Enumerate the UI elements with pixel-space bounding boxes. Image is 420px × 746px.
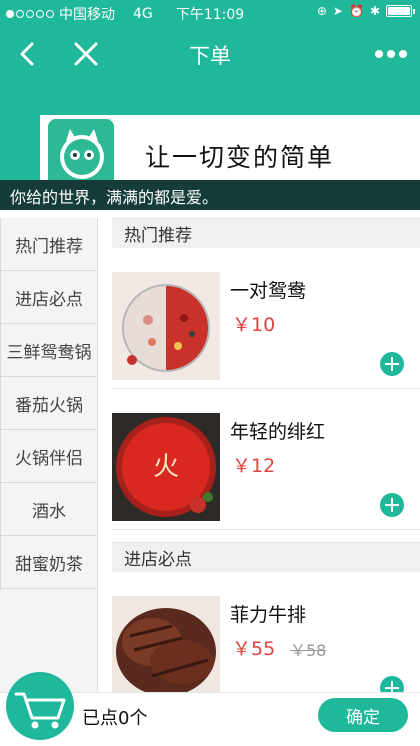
battery-icon <box>386 5 415 17</box>
dish-original-price: ￥58 <box>290 641 327 660</box>
store-slogan: 让一切变的简单 <box>145 143 335 172</box>
rotation-lock-icon: ⊕ <box>316 4 327 18</box>
dish-price: ￥55 <box>232 638 276 660</box>
alarm-icon: ⏰ <box>348 4 364 18</box>
category-item-hotpot-sides[interactable]: 火锅伴侣 <box>0 430 97 483</box>
category-item-milk-tea[interactable]: 甜蜜奶茶 <box>0 536 97 589</box>
dish-name: 一对鸳鸯 <box>230 280 307 302</box>
cart-count-label: 已点0个 <box>82 708 148 729</box>
svg-text:火: 火 <box>153 452 179 482</box>
category-item-must-order[interactable]: 进店必点 <box>0 271 97 324</box>
more-dots-icon[interactable] <box>374 44 408 64</box>
cart-button[interactable] <box>6 672 74 740</box>
category-sidebar: 热门推荐 进店必点 三鲜鸳鸯锅 番茄火锅 火锅伴侣 酒水 甜蜜奶茶 <box>0 218 98 692</box>
category-item-yuanyang-pot[interactable]: 三鲜鸳鸯锅 <box>0 324 97 377</box>
category-item-drinks[interactable]: 酒水 <box>0 483 97 536</box>
menu-item: 一对鸳鸯 ￥10 <box>112 248 420 389</box>
menu-item: 火 年轻的绯红 ￥12 <box>112 389 420 530</box>
dish-price: ￥10 <box>232 314 276 336</box>
section-header: 进店必点 <box>112 542 420 572</box>
dish-image[interactable]: 火 <box>112 413 220 521</box>
section-header: 热门推荐 <box>112 218 420 248</box>
dish-name: 年轻的绯红 <box>230 421 326 443</box>
dish-name: 菲力牛排 <box>230 604 307 626</box>
bluetooth-icon: ✱ <box>369 4 380 18</box>
page-title: 下单 <box>189 44 231 68</box>
location-icon: ➤ <box>332 4 343 18</box>
navbar: 下单 <box>0 30 420 80</box>
dish-image[interactable] <box>112 272 220 380</box>
menu-item: 菲力牛排 ￥55 ￥58 <box>112 572 420 692</box>
category-item-hot[interactable]: 热门推荐 <box>0 218 97 271</box>
confirm-button[interactable]: 确定 <box>318 698 408 732</box>
menu-list: 热门推荐 一对鸳鸯 ￥10 火 年轻的绯红 ￥12 进店必点 菲力牛排 ￥55 … <box>112 218 420 692</box>
banner-caption: 你给的世界，满满的都是爱。 <box>0 180 420 210</box>
category-item-tomato-pot[interactable]: 番茄火锅 <box>0 377 97 430</box>
add-to-cart-button[interactable] <box>380 493 404 517</box>
add-to-cart-button[interactable] <box>380 352 404 376</box>
add-to-cart-button[interactable] <box>380 676 404 692</box>
shopping-cart-icon <box>14 692 66 729</box>
dish-image[interactable] <box>112 596 220 692</box>
dish-price: ￥12 <box>232 455 276 477</box>
status-bar: 中国移动 4G 下午11:09 ⊕ ➤ ⏰ ✱ <box>0 0 420 26</box>
